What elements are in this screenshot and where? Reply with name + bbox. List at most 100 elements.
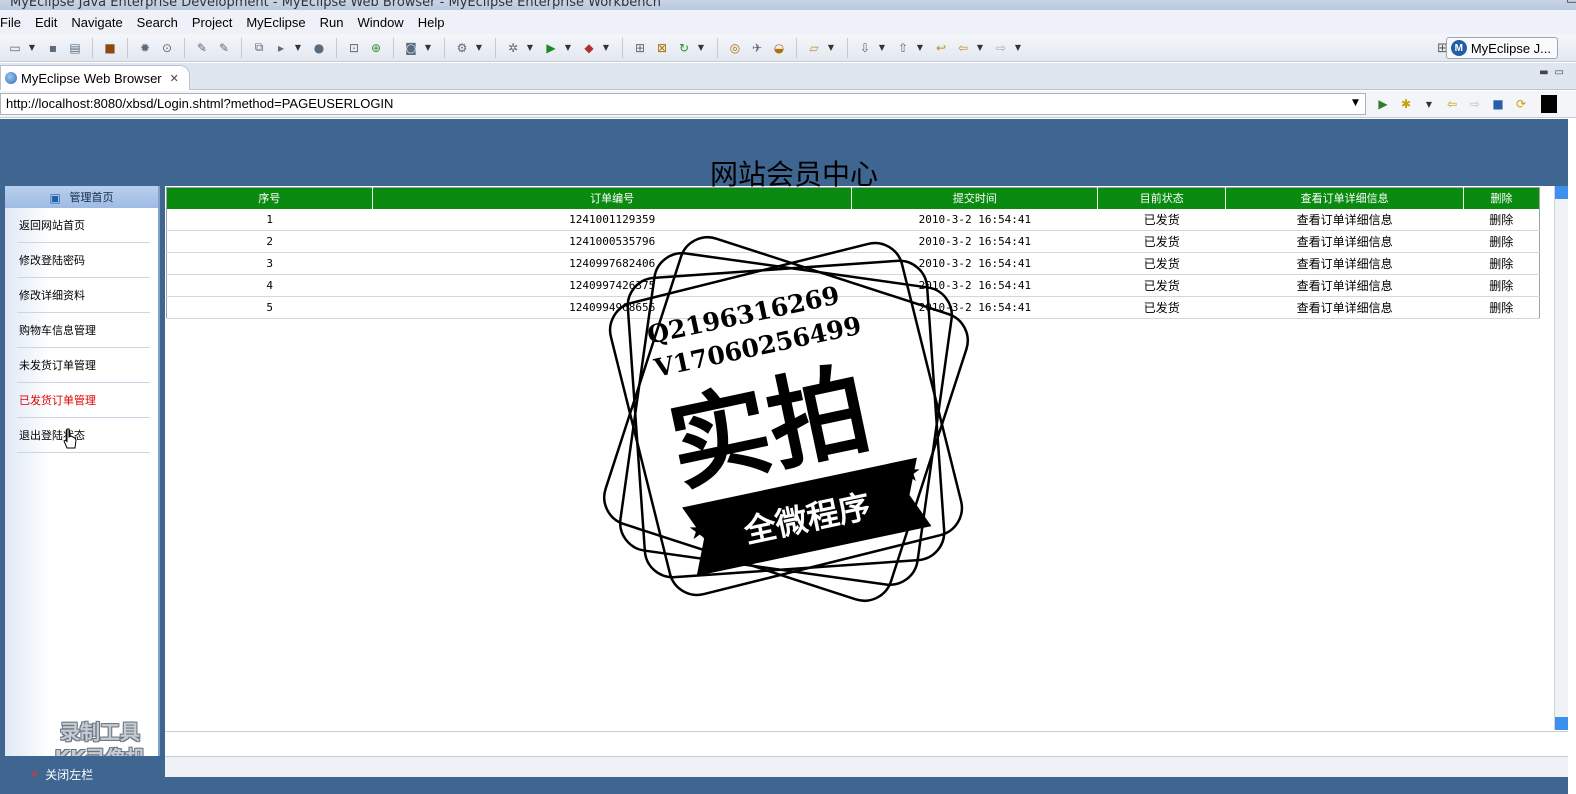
menu-edit[interactable]: Edit <box>28 15 64 30</box>
delete-link[interactable]: 删除 <box>1463 274 1540 297</box>
tab-web-browser[interactable]: MyEclipse Web Browser ✕ <box>0 65 190 90</box>
refresh-dropdown-icon[interactable]: ▼ <box>697 39 705 57</box>
save-icon[interactable]: ▪ <box>44 39 62 57</box>
back-icon[interactable]: ⇦ <box>954 39 972 57</box>
hand-cursor-icon <box>63 428 77 449</box>
toolbar-separator <box>495 37 496 58</box>
favorites-dropdown-icon[interactable]: ▼ <box>1420 95 1438 113</box>
browser-forward-icon[interactable]: ⇨ <box>1466 95 1484 113</box>
external-tools-icon[interactable]: ◆ <box>580 39 598 57</box>
prev-annotation-icon[interactable]: ⇧ <box>894 39 912 57</box>
view-detail-link[interactable]: 查看订单详细信息 <box>1225 230 1464 253</box>
view-detail-link[interactable]: 查看订单详细信息 <box>1225 274 1464 297</box>
folder-icon[interactable]: ⊡ <box>345 39 363 57</box>
prev-annotation-dropdown-icon[interactable]: ▼ <box>916 39 924 57</box>
menu-project[interactable]: Project <box>185 15 239 30</box>
view-detail-link[interactable]: 查看订单详细信息 <box>1225 296 1464 319</box>
back-dropdown-icon[interactable]: ▼ <box>976 39 984 57</box>
editor-window-controls[interactable]: ▬▭ <box>1539 67 1570 78</box>
deploy-icon[interactable]: ⊙ <box>158 39 176 57</box>
page-footer-bar: ✕ 关闭左栏 <box>0 756 1568 794</box>
browser-refresh-icon[interactable]: ⟳ <box>1512 95 1530 113</box>
recorder-line1: 录制工具 <box>60 720 140 744</box>
server-dropdown-icon[interactable]: ▼ <box>294 39 302 57</box>
hierarchy-icon[interactable]: ⊞ <box>631 39 649 57</box>
run-dropdown-icon[interactable]: ▼ <box>564 39 572 57</box>
next-annotation-icon[interactable]: ⇩ <box>856 39 874 57</box>
menu-navigate[interactable]: Navigate <box>64 15 129 30</box>
browser-back-icon[interactable]: ⇦ <box>1443 95 1461 113</box>
globe-icon[interactable]: ● <box>310 39 328 57</box>
forward-icon[interactable]: ⇨ <box>992 39 1010 57</box>
menu-search[interactable]: Search <box>130 15 185 30</box>
vertical-scrollbar[interactable] <box>1554 186 1568 730</box>
forward-dropdown-icon[interactable]: ▼ <box>1014 39 1022 57</box>
camera-icon[interactable]: ◙ <box>402 39 420 57</box>
sidebar-item-logout[interactable]: 退出登陆状态 <box>17 418 150 453</box>
sidebar-item-cart[interactable]: 购物车信息管理 <box>17 313 150 348</box>
view-detail-link[interactable]: 查看订单详细信息 <box>1225 252 1464 275</box>
menu-help[interactable]: Help <box>411 15 452 30</box>
browser-page: 网站会员中心 ▣ 管理首页 返回网站首页 修改登陆密码 修改详细资料 购物车信息… <box>0 119 1568 794</box>
go-icon[interactable]: ▶ <box>1374 95 1392 113</box>
debug-icon[interactable]: ✲ <box>504 39 522 57</box>
debug-dropdown-icon[interactable]: ▼ <box>526 39 534 57</box>
delete-link[interactable]: 删除 <box>1463 208 1540 231</box>
build-icon[interactable]: ✹ <box>136 39 154 57</box>
scroll-down-icon[interactable] <box>1555 717 1568 730</box>
refresh-icon[interactable]: ↻ <box>675 39 693 57</box>
next-annotation-dropdown-icon[interactable]: ▼ <box>878 39 886 57</box>
close-icon[interactable]: ✕ <box>1566 0 1576 5</box>
sidebar-item-unshipped-orders[interactable]: 未发货订单管理 <box>17 348 150 383</box>
table-row: 2 1241000535796 2010-3-2 16:54:41 已发货 查看… <box>166 230 1540 253</box>
tool-dropdown-icon[interactable]: ▼ <box>475 39 483 57</box>
edit2-icon[interactable]: ✎ <box>215 39 233 57</box>
server-icon[interactable]: ⧉ <box>250 39 268 57</box>
menu-file[interactable]: File <box>0 15 28 30</box>
external-tools-dropdown-icon[interactable]: ▼ <box>602 39 610 57</box>
table-row: 4 1240997426375 2010-3-2 16:54:41 已发货 查看… <box>166 274 1540 297</box>
sidebar-item-shipped-orders[interactable]: 已发货订单管理 <box>17 383 150 418</box>
open-type-icon[interactable]: ◎ <box>726 39 744 57</box>
class-icon[interactable]: ⊠ <box>653 39 671 57</box>
open-resource-icon[interactable]: ✈ <box>748 39 766 57</box>
stop-icon[interactable]: ■ <box>1489 95 1507 113</box>
delete-link[interactable]: 删除 <box>1463 230 1540 253</box>
delete-link[interactable]: 删除 <box>1463 296 1540 319</box>
run-icon[interactable]: ▶ <box>542 39 560 57</box>
add-icon[interactable]: ⊕ <box>367 39 385 57</box>
print-icon[interactable]: ▤ <box>66 39 84 57</box>
new-dropdown-icon[interactable]: ▼ <box>28 39 36 57</box>
close-sidebar-button[interactable]: ✕ 关闭左栏 <box>30 766 93 783</box>
menu-run[interactable]: Run <box>313 15 351 30</box>
menu-myeclipse[interactable]: MyEclipse <box>239 15 312 30</box>
last-edit-icon[interactable]: ↩ <box>932 39 950 57</box>
close-tab-icon[interactable]: ✕ <box>170 72 179 85</box>
perspective-switcher[interactable]: M MyEclipse J... <box>1445 37 1558 59</box>
tool-icon[interactable]: ⚙ <box>453 39 471 57</box>
server2-icon[interactable]: ▸ <box>272 39 290 57</box>
view-detail-link[interactable]: 查看订单详细信息 <box>1225 208 1464 231</box>
camera-dropdown-icon[interactable]: ▼ <box>424 39 432 57</box>
globe-icon <box>5 72 17 84</box>
cell-seq: 5 <box>166 296 373 319</box>
url-input[interactable]: http://localhost:8080/xbsd/Login.shtml?m… <box>0 93 1366 115</box>
menu-window[interactable]: Window <box>350 15 410 30</box>
favorites-icon[interactable]: ✱ <box>1397 95 1415 113</box>
edit-icon[interactable]: ✎ <box>193 39 211 57</box>
perspective-label: MyEclipse J... <box>1470 40 1551 56</box>
url-history-dropdown-icon[interactable]: ▼ <box>1352 98 1359 108</box>
sidebar-home[interactable]: ▣ 管理首页 <box>5 186 158 208</box>
delete-link[interactable]: 删除 <box>1463 252 1540 275</box>
package-icon[interactable]: ■ <box>101 39 119 57</box>
scroll-up-icon[interactable] <box>1555 186 1568 199</box>
task-icon[interactable]: ◒ <box>770 39 788 57</box>
sidebar-item-return-home[interactable]: 返回网站首页 <box>17 208 150 243</box>
col-seq: 序号 <box>166 187 373 209</box>
open-folder-icon[interactable]: ▱ <box>805 39 823 57</box>
new-icon[interactable]: ▭ <box>6 39 24 57</box>
cell-order-no: 1240997682406 <box>372 252 852 275</box>
open-folder-dropdown-icon[interactable]: ▼ <box>827 39 835 57</box>
sidebar-item-edit-profile[interactable]: 修改详细资料 <box>17 278 150 313</box>
sidebar-item-change-password[interactable]: 修改登陆密码 <box>17 243 150 278</box>
